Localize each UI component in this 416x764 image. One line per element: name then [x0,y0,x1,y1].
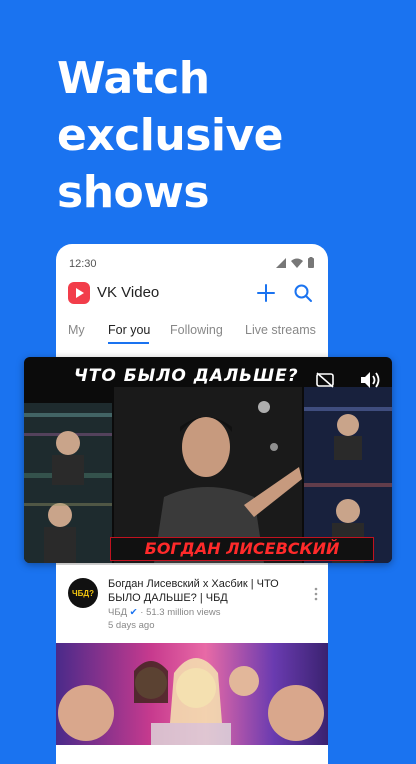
more-options-icon[interactable] [314,587,318,601]
glitch-faces-image [24,403,112,563]
promo-headline: Watch exclusive shows [57,50,397,221]
channel-name[interactable]: ЧБД [108,607,127,618]
vk-video-logo [68,282,90,304]
video-left-panel [24,403,112,563]
add-icon[interactable] [254,281,278,305]
tab-for-you[interactable]: For you [108,323,150,337]
wifi-icon [291,258,303,268]
captions-off-icon[interactable] [316,372,334,388]
meta-separator: · [140,607,144,618]
verified-icon: ✔ [129,607,138,618]
status-time: 12:30 [69,258,97,270]
volume-icon[interactable] [360,371,382,389]
status-icons [276,257,314,268]
battery-icon [308,257,314,268]
video-player[interactable]: ЧТО БЫЛО ДАЛЬШЕ? БОГДАН ЛИСЕВСКИЙ [24,357,392,563]
next-video-image [58,658,324,745]
tab-following[interactable]: Following [170,323,223,337]
headline-line-2: exclusive [57,110,284,161]
video-title[interactable]: Богдан Лисевский х Хасбик | ЧТО БЫЛО ДАЛ… [108,577,304,605]
app-title: VK Video [97,284,160,301]
tab-bar: My For you Following Live streams [56,320,328,344]
active-tab-indicator [108,342,149,344]
video-title-overlay: ЧТО БЫЛО ДАЛЬШЕ? [74,366,299,386]
next-video-thumbnail[interactable] [56,643,328,745]
play-icon [76,288,84,298]
search-icon[interactable] [291,281,315,305]
headline-line-1: Watch [57,53,210,104]
view-count: 51.3 million views [146,607,221,618]
tab-live-streams[interactable]: Live streams [245,323,316,337]
tab-my[interactable]: My [68,323,85,337]
headline-line-3: shows [57,167,210,218]
signal-icon [276,257,286,268]
status-bar: 12:30 [56,244,328,282]
video-meta: ЧБД ✔ · 51.3 million views [108,607,221,618]
app-bar: VK Video [56,282,328,312]
video-info-card[interactable]: ЧБД? Богдан Лисевский х Хасбик | ЧТО БЫЛ… [56,565,328,643]
channel-avatar[interactable]: ЧБД? [68,578,98,608]
video-age: 5 days ago [108,620,155,631]
video-name-overlay: БОГДАН ЛИСЕВСКИЙ [110,537,374,561]
